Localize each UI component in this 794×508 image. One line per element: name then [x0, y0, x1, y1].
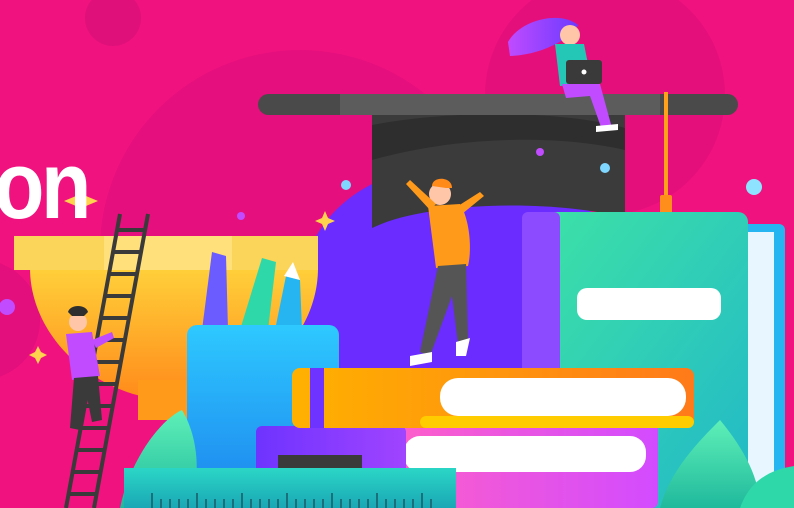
hero-title: on	[0, 132, 91, 239]
education-illustration	[0, 0, 794, 508]
ruler-icon	[124, 468, 456, 508]
education-banner: on	[0, 0, 794, 508]
